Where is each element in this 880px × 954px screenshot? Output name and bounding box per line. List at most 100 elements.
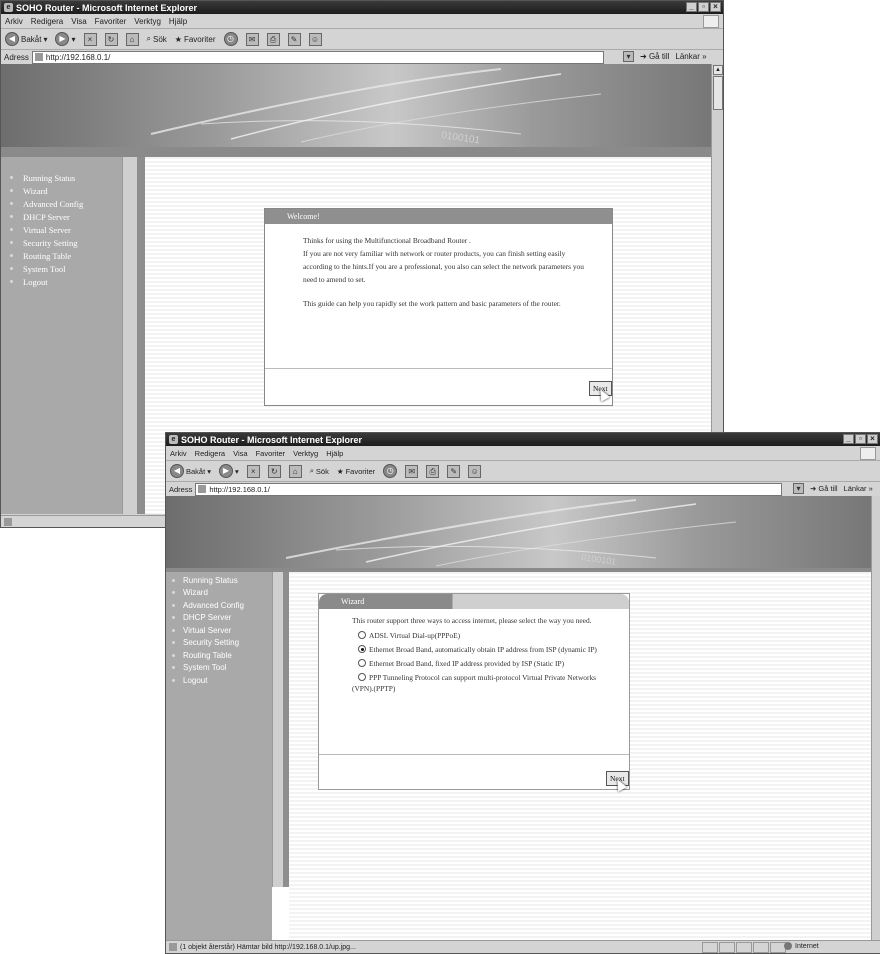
minimize-button[interactable]: _ — [843, 434, 854, 444]
home-icon[interactable]: ⌂ — [125, 32, 139, 46]
stop-icon[interactable]: × — [83, 32, 97, 46]
intro-paragraph: If you are not very familiar with networ… — [303, 249, 584, 284]
sidebar-item-security-setting[interactable]: Security Setting — [166, 637, 272, 650]
menu-arkiv[interactable]: Arkiv — [170, 449, 187, 458]
vertical-scrollbar[interactable] — [871, 496, 880, 942]
menu-verktyg[interactable]: Verktyg — [293, 449, 318, 458]
go-button[interactable]: ➜ Gå till — [640, 52, 669, 61]
links-button[interactable]: Länkar » — [844, 484, 873, 493]
menu-hjalp[interactable]: Hjälp — [326, 449, 343, 458]
radio-static-ip[interactable] — [358, 659, 366, 667]
sidebar-item-wizard[interactable]: Wizard — [1, 184, 122, 197]
sidebar-item-dhcp-server[interactable]: DHCP Server — [1, 210, 122, 223]
sidebar-item-virtual-server[interactable]: Virtual Server — [166, 624, 272, 637]
maximize-button[interactable]: ▫ — [698, 2, 709, 12]
sidebar-item-wizard[interactable]: Wizard — [166, 587, 272, 600]
sidebar-item-advanced-config[interactable]: Advanced Config — [1, 197, 122, 210]
scroll-up-icon[interactable]: ▲ — [713, 65, 723, 75]
home-icon[interactable]: ⌂ — [288, 464, 302, 478]
menu-arkiv[interactable]: Arkiv — [5, 17, 23, 26]
minimize-button[interactable]: _ — [686, 2, 697, 12]
radio-pptp[interactable] — [358, 673, 366, 681]
url-field[interactable]: http://192.168.0.1/ — [195, 482, 783, 496]
sidebar-label: Routing Table — [23, 250, 72, 261]
mail-icon[interactable]: ✉ — [245, 32, 259, 46]
sidebar-label: Logout — [23, 276, 48, 287]
sidebar-item-logout[interactable]: Logout — [1, 275, 122, 288]
back-button[interactable]: ◀ Bakåt ▾ — [5, 32, 47, 46]
close-button[interactable]: × — [867, 434, 878, 444]
forward-arrow-icon: ▶ — [218, 464, 233, 478]
url-field[interactable]: http://192.168.0.1/ — [31, 50, 604, 64]
refresh-icon[interactable]: ↻ — [267, 464, 281, 478]
history-icon[interactable]: ◷ — [223, 32, 238, 46]
back-arrow-icon: ◀ — [5, 32, 19, 46]
menu-bar: Arkiv Redigera Visa Favoriter Verktyg Hj… — [1, 14, 723, 29]
sidebar-item-routing-table[interactable]: Routing Table — [1, 249, 122, 262]
mail-icon[interactable]: ✉ — [405, 464, 419, 478]
globe-icon — [784, 942, 792, 950]
menu-redigera[interactable]: Redigera — [195, 449, 225, 458]
forward-button[interactable]: ▶ ▾ — [218, 464, 239, 478]
go-button[interactable]: ➜ Gå till — [810, 484, 838, 493]
search-button[interactable]: ⌕ Sök — [147, 34, 167, 44]
menu-visa[interactable]: Visa — [71, 17, 86, 26]
sidebar-item-system-tool[interactable]: System Tool — [166, 662, 272, 675]
edit-icon[interactable]: ✎ — [447, 464, 461, 478]
maximize-button[interactable]: ▫ — [855, 434, 866, 444]
sidebar-item-system-tool[interactable]: System Tool — [1, 262, 122, 275]
history-icon[interactable]: ◷ — [383, 464, 398, 478]
sidebar-item-security-setting[interactable]: Security Setting — [1, 236, 122, 249]
print-icon[interactable]: ⎙ — [426, 464, 440, 478]
router-banner: 0100101 — [166, 496, 871, 568]
menu-favoriter[interactable]: Favoriter — [95, 17, 127, 26]
option-static-ip[interactable]: Ethernet Broad Band, fixed IP address pr… — [352, 657, 601, 670]
sidebar-item-advanced-config[interactable]: Advanced Config — [166, 599, 272, 612]
edit-icon[interactable]: ✎ — [287, 32, 301, 46]
favorites-button[interactable]: ★ Favoriter — [175, 35, 216, 44]
menu-redigera[interactable]: Redigera — [31, 17, 63, 26]
status-text: (1 objekt återstår) Hämtar bild http://1… — [180, 943, 356, 951]
menu-favoriter[interactable]: Favoriter — [256, 449, 286, 458]
back-arrow-icon: ◀ — [170, 464, 184, 478]
sidebar-item-routing-table[interactable]: Routing Table — [166, 649, 272, 662]
dropdown-arrow-icon[interactable]: ▾ — [623, 51, 634, 62]
menu-hjalp[interactable]: Hjälp — [169, 17, 187, 26]
banner-digits: 0100101 — [581, 552, 617, 567]
option-pptp[interactable]: PPP Tunneling Protocol can support multi… — [352, 672, 601, 694]
menu-verktyg[interactable]: Verktyg — [134, 17, 161, 26]
page-icon — [198, 485, 207, 493]
option-pppoe[interactable]: ADSL Virtual Dial-up(PPPoE) — [352, 629, 601, 642]
forward-button[interactable]: ▶ ▾ — [55, 32, 76, 46]
url-text: http://192.168.0.1/ — [45, 52, 111, 62]
option-label: PPP Tunneling Protocol can support multi… — [352, 673, 597, 693]
scroll-thumb[interactable] — [713, 76, 723, 110]
page-icon — [34, 53, 43, 61]
search-label: Sök — [315, 466, 329, 476]
option-dynamic-ip[interactable]: Ethernet Broad Band, automatically obtai… — [352, 644, 601, 655]
sidebar-item-logout[interactable]: Logout — [166, 674, 272, 687]
sidebar-label: Advanced Config — [183, 600, 244, 610]
menu-visa[interactable]: Visa — [233, 449, 247, 458]
print-icon[interactable]: ⎙ — [266, 32, 280, 46]
radio-pppoe[interactable] — [358, 631, 366, 639]
star-icon: ★ — [174, 34, 182, 44]
sidebar-item-running-status[interactable]: Running Status — [1, 171, 122, 184]
links-button[interactable]: Länkar » — [675, 52, 706, 61]
sidebar-item-running-status[interactable]: Running Status — [166, 574, 272, 587]
radio-dynamic-ip[interactable] — [358, 645, 366, 653]
close-button[interactable]: × — [710, 2, 721, 12]
messenger-icon[interactable]: ☺ — [308, 32, 322, 46]
url-text: http://192.168.0.1/ — [209, 484, 270, 494]
sidebar-item-dhcp-server[interactable]: DHCP Server — [166, 612, 272, 625]
sidebar-item-virtual-server[interactable]: Virtual Server — [1, 223, 122, 236]
back-button[interactable]: ◀ Bakåt ▾ — [170, 464, 211, 478]
search-button[interactable]: ⌕ Sök — [310, 466, 329, 476]
favorites-button[interactable]: ★ Favoriter — [337, 467, 375, 476]
messenger-icon[interactable]: ☺ — [468, 464, 482, 478]
windows-flag-icon — [703, 15, 719, 28]
stop-icon[interactable]: × — [246, 464, 260, 478]
dropdown-arrow-icon[interactable]: ▾ — [793, 483, 804, 494]
panel-title: Welcome! — [265, 209, 612, 224]
refresh-icon[interactable]: ↻ — [104, 32, 118, 46]
